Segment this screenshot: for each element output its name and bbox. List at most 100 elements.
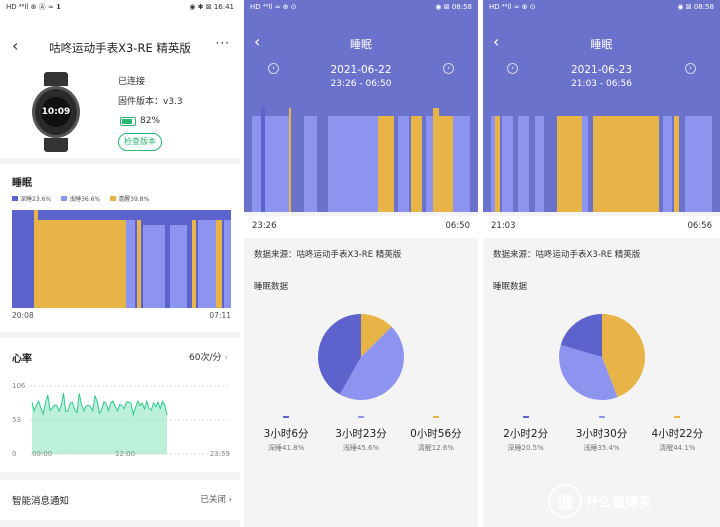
sleep-stage-segment <box>398 116 409 212</box>
end-time: 06:50 <box>445 221 471 231</box>
sleep-stage-segment <box>439 116 453 212</box>
notification-value: 已关闭 › <box>200 495 232 505</box>
hr-x-tick: 12:00 <box>115 450 135 458</box>
sleep-stage-segment <box>495 116 500 212</box>
check-version-button[interactable]: 检查版本 <box>118 133 162 151</box>
sleep-stage-segment <box>136 219 142 308</box>
stat-duration: 3小时23分 <box>335 428 387 440</box>
stat-color-marker <box>358 416 364 418</box>
sleep-stat: 4小时22分 清醒44.1% <box>642 416 712 453</box>
sleep-detail-panel-2: HD ⁴⁶ll ≈ ⊕ ⊙ ◉ ⊠ 08:58 ‹ 睡眠 ‹ › 2021-06… <box>483 0 720 527</box>
sleep-stat: 0小时56分 清醒12.6% <box>401 416 471 453</box>
sleep-pie-chart <box>318 314 404 400</box>
stat-percentage: 清醒44.1% <box>659 444 696 452</box>
heart-rate-title: 心率 <box>12 354 32 365</box>
status-bar: HD ⁴⁶ll ⊕ Ⓐ ≈ 𝟭 ◉ ✱ ⊠ 16:41 <box>0 0 240 14</box>
page-title: 睡眠 <box>590 38 613 51</box>
sleep-stage-segment <box>289 108 292 212</box>
stat-percentage: 浅睡45.6% <box>342 444 380 452</box>
sleep-stage-segment <box>581 116 589 212</box>
sleep-stage-segment <box>36 219 126 308</box>
stat-duration: 3小时6分 <box>263 428 309 440</box>
hr-y-tick: 53 <box>12 416 21 424</box>
end-time: 06:56 <box>687 221 713 231</box>
sleep-stage-segment <box>557 116 582 212</box>
sleep-stage-segment <box>663 116 673 212</box>
smart-notification-row[interactable]: 智能消息通知 已关闭 › <box>0 480 240 520</box>
sleep-stage-segment <box>125 219 135 308</box>
watermark-text: 什么值得买 <box>586 495 652 511</box>
back-arrow-icon[interactable]: ‹ <box>12 36 18 55</box>
notification-label: 智能消息通知 <box>12 496 70 507</box>
legend-label: 浅睡36.6% <box>69 196 101 203</box>
sleep-stage-segment <box>535 116 545 212</box>
sleep-stage-chart <box>491 108 712 212</box>
sleep-stage-segment <box>592 116 659 212</box>
battery-level: 82% <box>140 116 161 126</box>
sleep-date: 2021-06-22 <box>330 64 392 76</box>
sleep-stage-segment <box>685 116 712 212</box>
data-source: 数据来源：咕咚运动手表X3-RE 精英版 <box>483 238 720 270</box>
sleep-stage-segment <box>252 116 261 212</box>
watermark: 值 什么值得买 <box>548 484 651 518</box>
stat-color-marker <box>598 416 605 418</box>
screenshot-collage: HD ⁴⁶ll ⊕ Ⓐ ≈ 𝟭 ◉ ✱ ⊠ 16:41 ‹ 咕咚运动手表X3-R… <box>0 0 720 527</box>
hr-y-tick: 0 <box>12 450 16 458</box>
sleep-summary[interactable]: 睡眠 深睡23.6% 浅睡36.6% 清醒39.8% 20:08 07:11 <box>0 164 240 332</box>
device-panel: HD ⁴⁶ll ⊕ Ⓐ ≈ 𝟭 ◉ ✱ ⊠ 16:41 ‹ 咕咚运动手表X3-R… <box>0 0 240 527</box>
hr-y-tick: 106 <box>12 382 26 390</box>
sleep-stat: 3小时6分深睡41.8% <box>251 416 321 453</box>
stat-duration: 2小时2分 <box>503 428 549 440</box>
stat-duration: 0小时56分 <box>410 428 462 440</box>
sleep-detail-panel-1: HD ⁴⁶ll ≈ ⊕ ⊙ ◉ ⊠ 08:58 ‹ 睡眠 ‹ › 2021-06… <box>244 0 478 527</box>
watch-image: 10:09 <box>30 72 82 152</box>
watch-time: 10:09 <box>41 97 71 127</box>
sleep-stage-segment <box>378 116 394 212</box>
sleep-stage-segment <box>215 219 223 308</box>
sleep-stage-segment <box>265 116 292 212</box>
page-title: 睡眠 <box>350 38 372 51</box>
hr-x-tick: 00:00 <box>32 450 52 458</box>
sleep-date: 2021-06-23 <box>570 64 633 76</box>
stat-percentage: 深睡20.5% <box>507 444 544 452</box>
sleep-title: 睡眠 <box>12 178 32 189</box>
start-time: 23:26 <box>252 221 277 231</box>
sleep-stage-segment <box>12 210 34 308</box>
legend-item: 浅睡36.6% <box>61 194 100 203</box>
data-source: 数据来源：咕咚运动手表X3-RE 精英版 <box>244 238 478 270</box>
stat-percentage: 浅睡35.4% <box>583 444 620 452</box>
status-bar: HD ⁴⁶ll ≈ ⊕ ⊙ ◉ ⊠ 08:58 <box>489 3 714 11</box>
sleep-stage-segment <box>674 116 679 212</box>
sleep-stage-segment <box>169 224 188 308</box>
stat-color-marker <box>432 416 439 418</box>
legend-label: 清醒39.8% <box>118 196 150 203</box>
heart-rate-card[interactable]: 心率 60次/分 › 106 53 0 00:00 12:00 23:59 <box>0 338 240 472</box>
sleep-data-title: 睡眠数据 <box>254 282 289 292</box>
legend-item: 清醒39.8% <box>110 194 149 203</box>
connection-status: 已连接 <box>118 77 146 87</box>
status-bar: HD ⁴⁶ll ≈ ⊕ ⊙ ◉ ⊠ 08:58 <box>250 3 472 11</box>
sleep-legend: 深睡23.6% 浅睡36.6% 清醒39.8% <box>12 194 232 203</box>
more-icon[interactable]: ··· <box>216 36 230 50</box>
sleep-stage-chart <box>12 210 231 308</box>
time-axis: 21:03 06:56 <box>483 216 720 238</box>
sleep-header-area: HD ⁴⁶ll ≈ ⊕ ⊙ ◉ ⊠ 08:58 ‹ 睡眠 ‹ › 2021-06… <box>483 0 720 212</box>
sleep-stage-segment <box>198 219 216 308</box>
sleep-data-section: 睡眠数据 3小时6分 深睡41.8% 3小时23分 浅睡45.6% 0小时56分 清醒12… <box>244 270 478 527</box>
stat-duration: 3小时30分 <box>575 428 628 440</box>
status-right: ◉ ✱ ⊠ 16:41 <box>189 3 234 11</box>
legend-swatch <box>61 196 68 201</box>
sleep-stage-chart <box>252 108 470 212</box>
battery-icon <box>120 117 136 126</box>
hr-x-tick: 23:59 <box>210 450 230 458</box>
stat-percentage: 深睡41.8% <box>267 444 305 452</box>
firmware-version: 固件版本：v3.3 <box>118 97 183 107</box>
sleep-stage-segment <box>224 219 231 308</box>
legend-label: 深睡23.6% <box>20 196 52 203</box>
legend-swatch <box>110 196 117 201</box>
sleep-stage-segment <box>191 219 196 308</box>
sleep-stage-segment <box>304 116 318 212</box>
sleep-pie-chart <box>559 314 645 400</box>
sleep-stat: 3小时23分浅睡45.6% <box>326 416 396 453</box>
sleep-range: 23:26 - 06:50 <box>330 79 392 89</box>
